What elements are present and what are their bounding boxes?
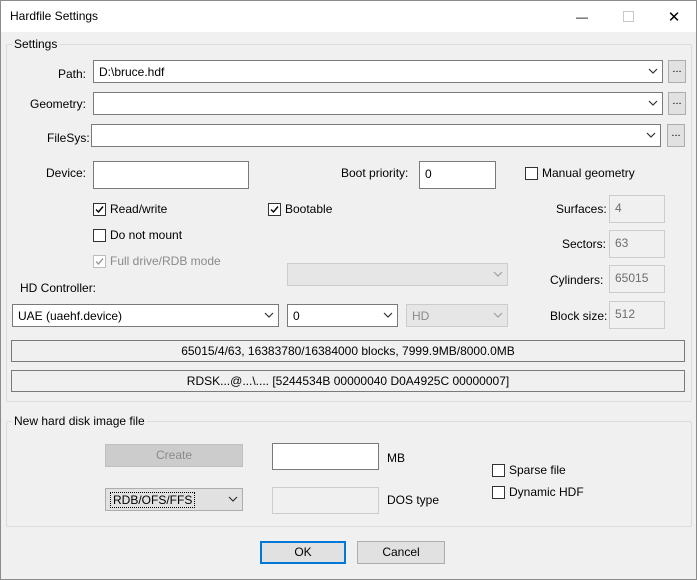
close-icon: ✕ xyxy=(667,8,681,26)
do-not-mount-label: Do not mount xyxy=(110,228,183,242)
chevron-down-icon xyxy=(264,312,274,318)
surfaces-label: Surfaces: xyxy=(556,202,607,216)
chevron-down-icon xyxy=(493,271,503,277)
do-not-mount-checkbox[interactable]: Do not mount xyxy=(93,228,182,242)
checkmark-icon xyxy=(95,205,104,213)
chevron-down-icon xyxy=(493,312,503,318)
checkbox-box xyxy=(492,463,505,477)
settings-group-label: Settings xyxy=(12,37,60,51)
unit-value: 0 xyxy=(293,309,300,323)
boot-priority-label: Boot priority: xyxy=(341,166,409,180)
device-input[interactable] xyxy=(93,161,249,189)
checkmark-icon xyxy=(270,205,279,213)
type-value: HD xyxy=(412,309,430,323)
hd-controller-label: HD Controller: xyxy=(20,281,97,295)
sparse-file-checkbox[interactable]: Sparse file xyxy=(492,463,566,477)
manual-geometry-label: Manual geometry xyxy=(542,166,635,180)
bootable-checkbox[interactable]: Bootable xyxy=(268,202,332,216)
cancel-button[interactable]: Cancel xyxy=(357,541,445,564)
close-button[interactable]: ✕ xyxy=(651,1,697,32)
maximize-button xyxy=(605,1,651,32)
hd-controller-combo[interactable]: UAE (uaehf.device) xyxy=(12,304,279,327)
maximize-icon xyxy=(622,11,634,22)
read-write-label: Read/write xyxy=(110,202,168,216)
image-size-input[interactable] xyxy=(272,443,379,470)
cylinders-label: Cylinders: xyxy=(550,273,604,287)
checkbox-box xyxy=(93,254,106,268)
create-button: Create xyxy=(105,444,243,467)
checkbox-box xyxy=(93,228,106,242)
surfaces-input: 4 xyxy=(609,195,665,223)
geometry-combo[interactable] xyxy=(93,92,663,115)
sectors-input: 63 xyxy=(609,230,665,258)
geometry-label: Geometry: xyxy=(30,97,87,111)
type-combo: HD xyxy=(406,304,508,327)
minimize-icon: — xyxy=(576,9,588,24)
block-size-input: 512 xyxy=(609,301,665,329)
manual-geometry-checkbox[interactable]: Manual geometry xyxy=(525,166,635,180)
path-combo[interactable]: D:\bruce.hdf xyxy=(93,60,663,83)
boot-priority-input[interactable]: 0 xyxy=(419,161,496,189)
path-value: D:\bruce.hdf xyxy=(99,65,165,79)
bootable-label: Bootable xyxy=(285,202,333,216)
dynamic-hdf-checkbox[interactable]: Dynamic HDF xyxy=(492,485,584,499)
checkbox-box xyxy=(525,166,538,180)
chevron-down-icon xyxy=(383,312,393,318)
geometry-info-line: 65015/4/63, 16383780/16384000 blocks, 79… xyxy=(11,340,685,362)
filesys-browse-button[interactable]: ... xyxy=(667,124,685,147)
chevron-down-icon xyxy=(228,496,238,502)
minimize-button[interactable]: — xyxy=(559,1,605,32)
cylinders-input: 65015 xyxy=(609,265,665,293)
unit-combo[interactable]: 0 xyxy=(287,304,398,327)
geometry-browse-button[interactable]: ... xyxy=(668,92,686,115)
title-bar: Hardfile Settings — ✕ xyxy=(1,1,696,32)
chevron-down-icon xyxy=(648,100,658,106)
dos-type-input xyxy=(272,487,379,514)
hd-controller-value: UAE (uaehf.device) xyxy=(18,309,123,323)
full-drive-rdb-checkbox: Full drive/RDB mode xyxy=(93,254,221,268)
sparse-file-label: Sparse file xyxy=(509,463,566,477)
dos-type-combo[interactable]: RDB/OFS/FFS xyxy=(105,488,243,511)
device-label: Device: xyxy=(46,166,87,180)
window-title: Hardfile Settings xyxy=(10,9,99,23)
checkbox-box xyxy=(268,202,281,216)
hardfile-settings-dialog: Hardfile Settings — ✕ Settings Path: D:\… xyxy=(0,0,697,580)
sectors-label: Sectors: xyxy=(562,237,607,251)
full-drive-rdb-label: Full drive/RDB mode xyxy=(110,254,221,268)
filesys-combo[interactable] xyxy=(91,124,661,147)
size-unit-label: MB xyxy=(387,451,405,465)
path-label: Path: xyxy=(58,67,87,81)
chevron-down-icon xyxy=(646,132,656,138)
rdsk-info-line: RDSK...@...\.... [5244534B 00000040 D0A4… xyxy=(11,370,685,392)
read-write-checkbox[interactable]: Read/write xyxy=(93,202,167,216)
block-size-label: Block size: xyxy=(550,309,608,323)
new-image-group-label: New hard disk image file xyxy=(12,414,147,428)
ok-button[interactable]: OK xyxy=(260,541,346,564)
dynamic-hdf-label: Dynamic HDF xyxy=(509,485,584,499)
extra-combo xyxy=(287,263,508,286)
dos-type-label: DOS type xyxy=(387,493,440,507)
checkbox-box xyxy=(492,485,505,499)
dos-type-combo-value: RDB/OFS/FFS xyxy=(109,492,196,508)
filesys-label: FileSys: xyxy=(47,131,90,145)
checkbox-box xyxy=(93,202,106,216)
chevron-down-icon xyxy=(648,68,658,74)
checkmark-icon xyxy=(95,257,104,265)
path-browse-button[interactable]: ... xyxy=(668,60,686,83)
